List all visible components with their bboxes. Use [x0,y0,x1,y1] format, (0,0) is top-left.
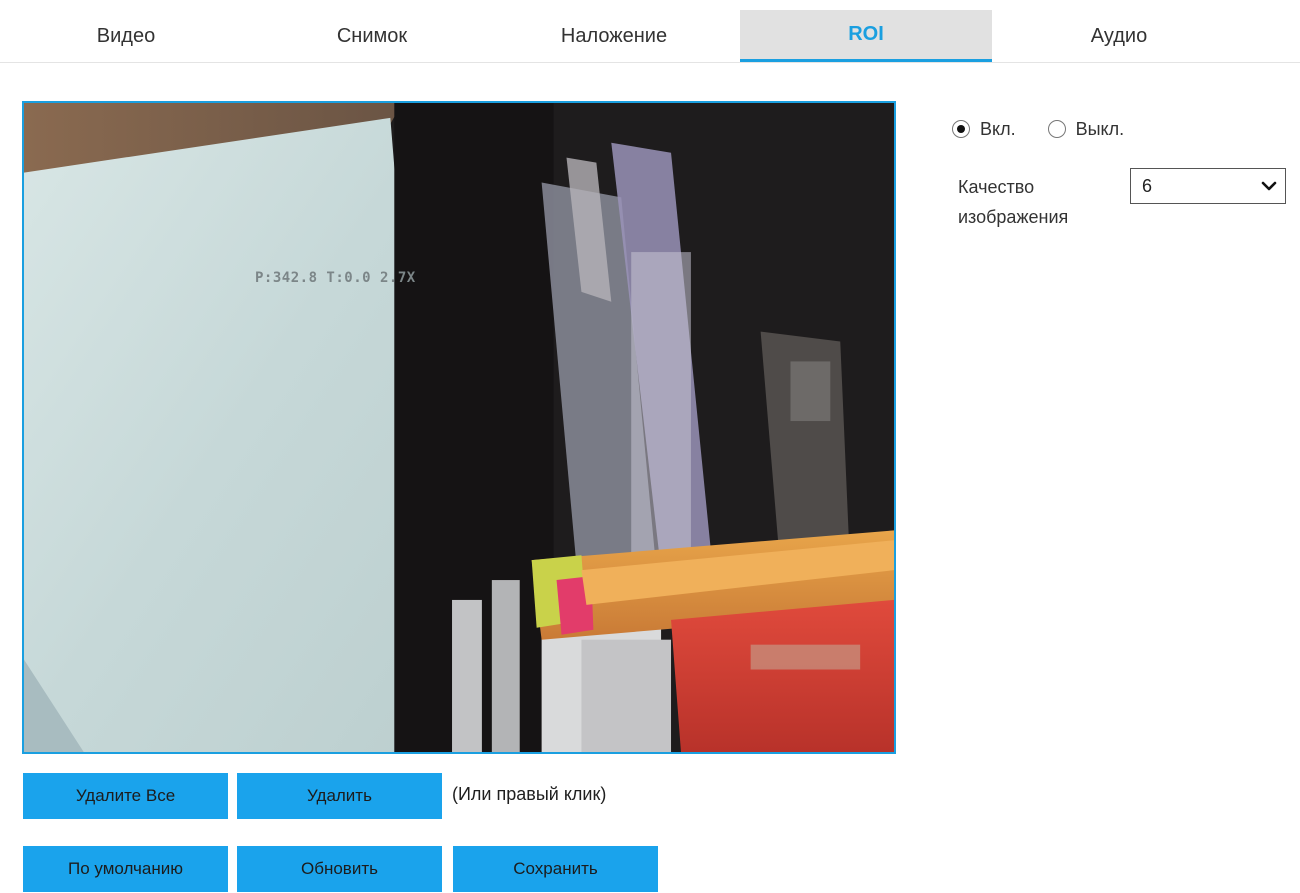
default-button[interactable]: По умолчанию [23,846,228,892]
image-quality-label: Качество изображения [958,177,1069,227]
radio-on[interactable] [952,120,970,138]
roi-enable-group: Вкл. Выкл. [952,114,1124,144]
chevron-down-icon [1261,181,1277,191]
tab-overlay[interactable]: Наложение [488,10,740,62]
image-quality-value: 6 [1142,175,1153,196]
refresh-button[interactable]: Обновить [237,846,442,892]
save-button[interactable]: Сохранить [453,846,658,892]
video-preview[interactable]: P:342.8 T:0.0 2.7X [22,101,896,754]
radio-off-label: Выкл. [1075,118,1125,139]
tab-video[interactable]: Видео [0,10,252,62]
tab-bar: Видео Снимок Наложение ROI Аудио [0,0,1300,63]
radio-on-label: Вкл. [980,118,1016,139]
delete-hint-text: (Или правый клик) [452,784,607,804]
delete-button[interactable]: Удалить [237,773,442,819]
delete-all-button[interactable]: Удалите Все [23,773,228,819]
osd-overlay-text: P:342.8 T:0.0 2.7X [255,270,416,286]
tab-snapshot[interactable]: Снимок [246,10,498,62]
roi-enable-off-option[interactable]: Выкл. [1047,118,1125,140]
tab-roi[interactable]: ROI [740,10,992,62]
roi-enable-on-option[interactable]: Вкл. [952,119,1016,140]
radio-off[interactable] [1047,120,1066,138]
camera-frame-image [24,103,894,752]
image-quality-select[interactable]: 6 [1130,168,1286,204]
tab-audio[interactable]: Аудио [993,10,1245,62]
